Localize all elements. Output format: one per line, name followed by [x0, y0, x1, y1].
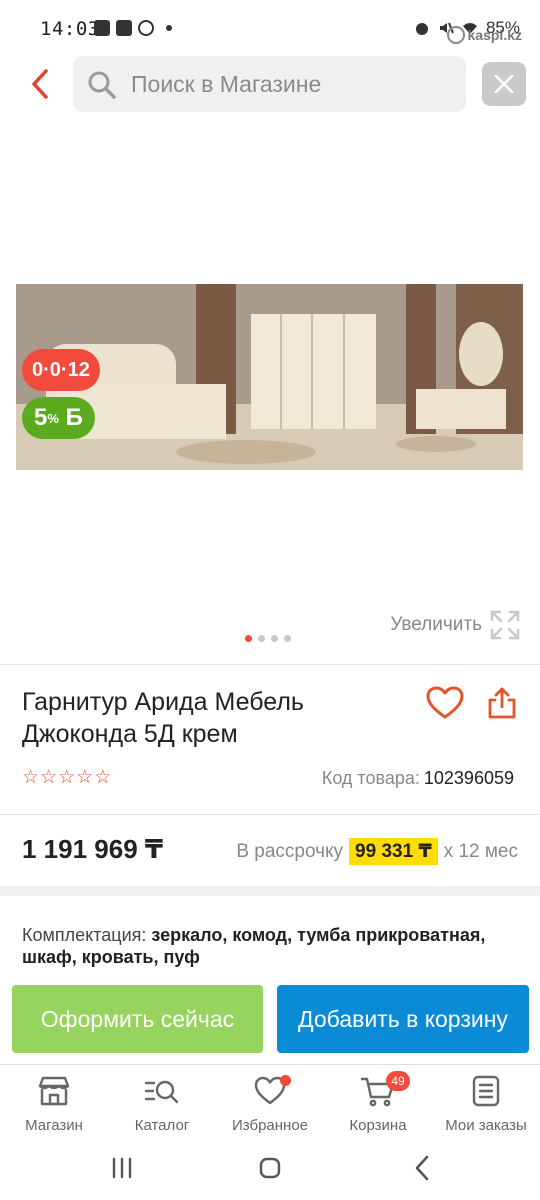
star-empty-icon: ☆ [94, 767, 112, 788]
zoom-button[interactable]: Увеличить [390, 610, 520, 640]
star-empty-icon: ☆ [58, 767, 76, 788]
bonus-value: 5 [34, 404, 48, 431]
installment-label: В рассрочку [236, 840, 344, 862]
product-complect: Комплектация: зеркало, комод, тумба прик… [22, 924, 522, 968]
chat-notification-icon [116, 20, 132, 36]
share-button[interactable] [482, 682, 522, 724]
image-notification-icon [94, 20, 110, 36]
add-to-cart-button[interactable]: Добавить в корзину [277, 985, 529, 1053]
complect-label: Комплектация: [22, 925, 147, 945]
system-navigation-bar [0, 1142, 540, 1200]
bonus-symbol: Б [65, 404, 83, 431]
cart-count-badge: 49 [386, 1071, 410, 1091]
store-icon [38, 1076, 70, 1106]
star-empty-icon: ☆ [22, 767, 40, 788]
heart-icon [426, 686, 464, 719]
divider [0, 664, 540, 665]
sku-value: 102396059 [423, 768, 514, 788]
pagination-dot[interactable] [258, 635, 265, 642]
section-divider [0, 886, 540, 896]
bonus-unit: % [47, 410, 59, 426]
back-nav-icon[interactable] [412, 1154, 432, 1182]
add-to-favorites-button[interactable] [424, 682, 466, 724]
kaspi-logo-icon [446, 26, 465, 44]
tab-label: Каталог [134, 1117, 190, 1134]
expand-icon [490, 610, 520, 640]
close-button[interactable] [482, 62, 526, 106]
star-empty-icon: ☆ [40, 767, 58, 788]
product-sku: Код товара: 102396059 [322, 768, 514, 789]
zoom-label: Увеличить [390, 614, 482, 635]
divider [0, 814, 540, 815]
watermark: kaspi.kz [446, 26, 522, 44]
notification-icons [94, 20, 172, 36]
tab-favorites[interactable]: Избранное [216, 1073, 324, 1134]
chevron-left-icon [32, 69, 48, 99]
tab-cart[interactable]: 49 Корзина [324, 1071, 432, 1134]
pagination-dot[interactable] [245, 635, 252, 642]
installment-term: х 12 мес [443, 840, 518, 862]
product-gallery[interactable]: 0·0·12 5% Б Увеличить [0, 114, 540, 662]
status-time: 14:03 [40, 18, 100, 40]
status-bar: 14:03 85% kaspi.kz [0, 0, 540, 56]
product-price: 1 191 969 ₸ [22, 834, 163, 864]
close-icon [494, 74, 514, 94]
search-field[interactable] [73, 56, 466, 112]
search-icon [88, 71, 116, 99]
sync-notification-icon [138, 20, 154, 36]
sku-label: Код товара: [321, 768, 420, 788]
bonus-badge: 5% Б [22, 397, 95, 439]
home-icon[interactable] [258, 1156, 282, 1180]
share-icon [488, 687, 516, 719]
installment-info: В рассрочку 99 331 ₸ х 12 мес [236, 838, 518, 865]
alarm-icon [415, 23, 428, 35]
checkout-now-button[interactable]: Оформить сейчас [12, 985, 263, 1053]
bottom-tab-bar: Магазин Каталог Избранное 49 Корзина Мои… [0, 1064, 540, 1142]
star-empty-icon: ☆ [76, 767, 94, 788]
favorites-indicator-dot [280, 1075, 291, 1086]
tab-label: Мои заказы [445, 1117, 527, 1134]
gallery-pagination [245, 635, 291, 642]
top-search-bar [0, 56, 540, 114]
watermark-text: kaspi.kz [467, 27, 522, 43]
more-notifications-icon [166, 25, 172, 31]
recent-apps-icon[interactable] [110, 1156, 134, 1180]
catalog-search-icon [144, 1080, 179, 1104]
tab-catalog[interactable]: Каталог [108, 1073, 216, 1134]
installment-amount: 99 331 ₸ [349, 838, 438, 865]
back-button[interactable] [22, 66, 58, 102]
search-input[interactable] [131, 56, 451, 112]
tab-store[interactable]: Магазин [0, 1073, 108, 1134]
tab-label: Корзина [349, 1117, 407, 1134]
tab-label: Избранное [231, 1117, 309, 1134]
pagination-dot[interactable] [284, 635, 291, 642]
tab-label: Магазин [25, 1117, 83, 1134]
credit-badge: 0·0·12 [22, 349, 100, 391]
product-title: Гарнитур Арида Мебель Джоконда 5Д крем [22, 688, 304, 748]
tab-my-orders[interactable]: Мои заказы [432, 1073, 540, 1134]
rating-stars[interactable]: ☆ ☆ ☆ ☆ ☆ [22, 768, 111, 788]
pagination-dot[interactable] [271, 635, 278, 642]
orders-icon [472, 1075, 500, 1107]
